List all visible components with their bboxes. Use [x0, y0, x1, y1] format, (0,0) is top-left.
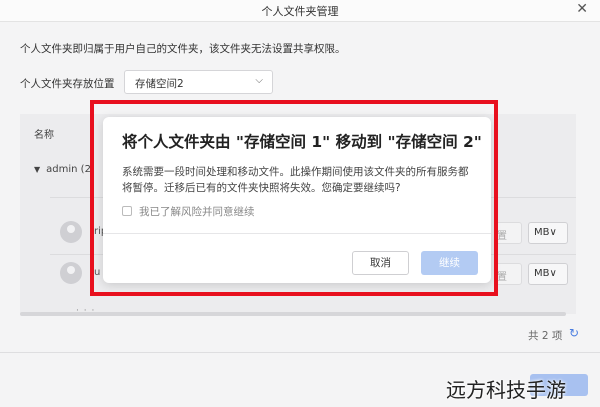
- unit-select[interactable]: MB∨: [528, 222, 568, 244]
- title-bar: 个人文件夹管理 ✕: [0, 0, 600, 22]
- group-row[interactable]: ▼ admin (2: [34, 164, 91, 175]
- close-icon[interactable]: ✕: [576, 1, 588, 17]
- user-avatar-icon: [60, 221, 82, 243]
- refresh-icon[interactable]: ↻: [569, 326, 579, 340]
- window-title: 个人文件夹管理: [261, 5, 339, 18]
- row-action-button[interactable]: 置: [494, 263, 522, 285]
- watermark: 远方科技手游: [446, 378, 566, 402]
- caret-down-icon[interactable]: ▼: [34, 165, 40, 174]
- user-avatar-icon: [60, 262, 82, 284]
- footer-divider: [0, 352, 600, 353]
- description-text: 个人文件夹即归属于用户自己的文件夹，该文件夹无法设置共享权限。: [20, 43, 346, 55]
- item-count: 共 2 项: [528, 330, 563, 342]
- column-header-name: 名称: [34, 130, 54, 141]
- chevron-down-icon: ⌵: [255, 75, 263, 86]
- location-label: 个人文件夹存放位置: [20, 78, 115, 90]
- group-label: admin (2: [46, 164, 91, 175]
- location-select[interactable]: 存储空间2 ⌵: [124, 70, 273, 94]
- horizontal-scrollbar[interactable]: [20, 312, 566, 316]
- row-action-button[interactable]: 置: [494, 222, 522, 244]
- location-select-value: 存储空间2: [135, 78, 184, 90]
- unit-select[interactable]: MB∨: [528, 263, 568, 285]
- highlight-box: [90, 100, 498, 296]
